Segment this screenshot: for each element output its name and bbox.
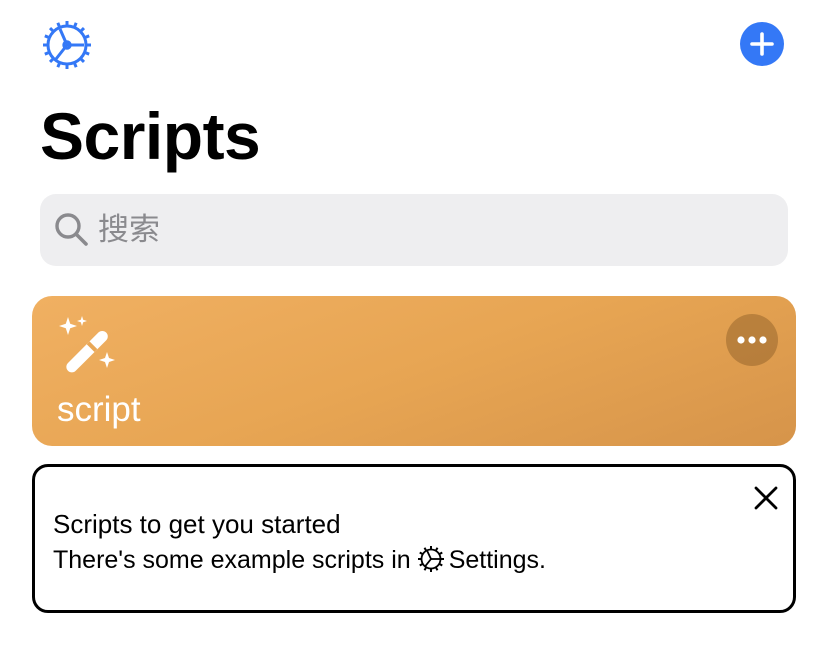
page-title: Scripts bbox=[40, 99, 261, 173]
search-icon bbox=[55, 213, 88, 246]
gear-icon bbox=[43, 21, 91, 69]
settings-link[interactable]: Settings. bbox=[449, 546, 546, 574]
plus-icon bbox=[750, 32, 774, 56]
script-more-button[interactable] bbox=[726, 314, 778, 366]
script-card[interactable]: script bbox=[32, 296, 796, 446]
close-tip-button[interactable] bbox=[751, 483, 781, 513]
add-script-button[interactable] bbox=[740, 22, 784, 66]
magic-wand-icon bbox=[59, 316, 115, 373]
ellipsis-icon bbox=[737, 336, 767, 344]
settings-button[interactable] bbox=[41, 19, 93, 71]
close-icon bbox=[754, 486, 778, 510]
tip-body-text: There's some example scripts in bbox=[53, 546, 411, 574]
getting-started-tip: Scripts to get you started There's some … bbox=[32, 464, 796, 613]
script-name: script bbox=[57, 390, 141, 429]
tip-title: Scripts to get you started bbox=[53, 509, 341, 539]
scripts-screen: Scripts script bbox=[0, 0, 828, 653]
gear-icon bbox=[417, 546, 444, 572]
search-input[interactable] bbox=[98, 194, 758, 266]
tip-body: There's some example scripts in Settings… bbox=[53, 543, 546, 577]
search-bar[interactable] bbox=[40, 194, 788, 266]
